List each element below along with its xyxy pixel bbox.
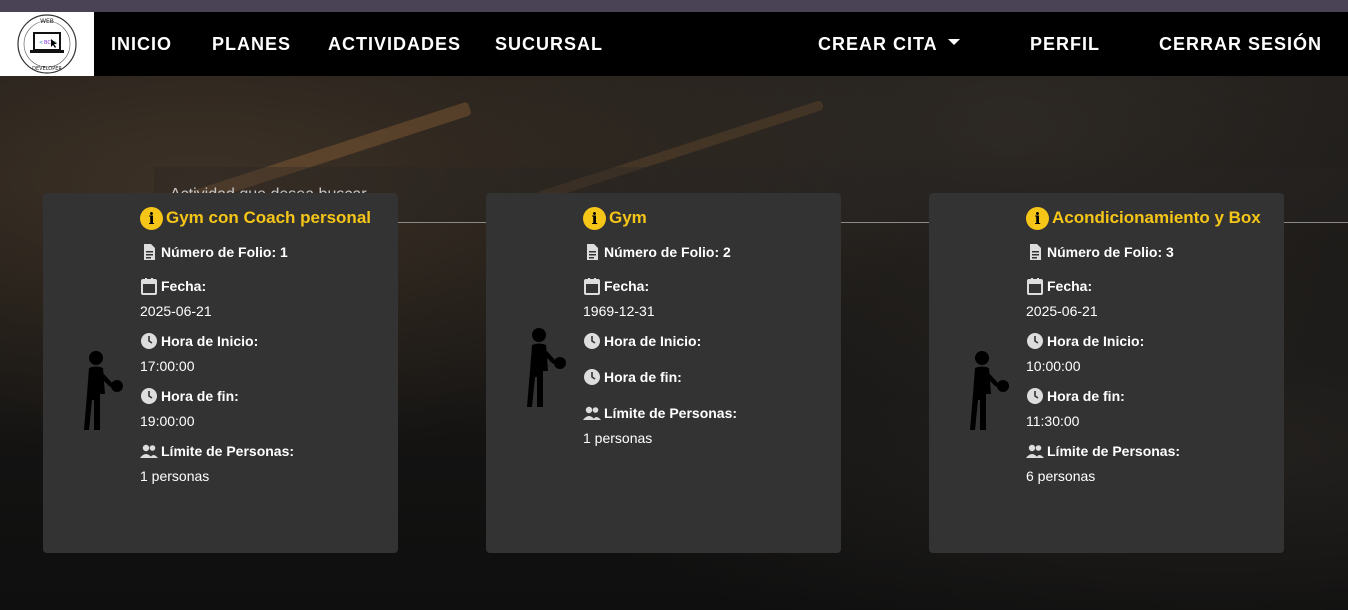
document-icon xyxy=(587,244,598,260)
fecha-row: Fecha: xyxy=(140,275,390,297)
clock-icon xyxy=(584,369,600,385)
folio-value: 3 xyxy=(1166,244,1174,260)
clock-icon xyxy=(1027,388,1043,404)
hora-fin-label: Hora de fin: xyxy=(1047,388,1125,404)
document-icon xyxy=(144,244,155,260)
folio-row: Número de Folio: 1 xyxy=(140,241,390,263)
document-icon xyxy=(1030,244,1041,260)
fecha-value: 2025-06-21 xyxy=(1026,303,1098,319)
calendar-icon xyxy=(141,278,157,295)
svg-text:BC: BC xyxy=(44,40,51,46)
limite-value: 1 personas xyxy=(583,430,653,446)
limite-row: Límite de Personas: xyxy=(140,440,390,462)
limite-label: Límite de Personas: xyxy=(1047,443,1181,459)
folio-label: Número de Folio: xyxy=(604,244,720,260)
hora-inicio-row: Hora de Inicio: xyxy=(583,330,833,352)
main-navbar: WEB DEVELOPER < BC > INICIO PLANES ACTIV… xyxy=(0,12,1348,76)
hora-fin-label: Hora de fin: xyxy=(604,369,682,385)
fecha-row: Fecha: xyxy=(583,275,833,297)
hora-fin-row: Hora de fin: xyxy=(1026,385,1276,407)
person-ball-icon xyxy=(84,351,123,430)
hora-inicio-value: 17:00:00 xyxy=(140,358,195,374)
folio-value: 2 xyxy=(723,244,731,260)
card-content: i Acondicionamiento y Box Número de Foli… xyxy=(1026,205,1276,487)
svg-text:WEB: WEB xyxy=(40,18,54,25)
activity-card[interactable]: i Acondicionamiento y Box Número de Foli… xyxy=(929,193,1284,553)
hora-inicio-label: Hora de Inicio: xyxy=(604,333,702,349)
card-title: Acondicionamiento y Box xyxy=(1052,208,1261,227)
card-title: Gym xyxy=(609,208,647,227)
clock-icon xyxy=(584,333,600,349)
nav-actividades[interactable]: ACTIVIDADES xyxy=(328,34,461,55)
fecha-value: 2025-06-21 xyxy=(140,303,212,319)
info-icon: i xyxy=(140,206,163,230)
people-icon xyxy=(583,406,601,420)
folio-value: 1 xyxy=(280,244,288,260)
nav-perfil[interactable]: PERFIL xyxy=(1030,34,1100,55)
caret-down-icon xyxy=(947,39,960,46)
calendar-icon xyxy=(584,278,600,295)
card-title: Gym con Coach personal xyxy=(166,208,371,227)
fecha-value: 1969-12-31 xyxy=(583,303,655,319)
hora-inicio-value: 10:00:00 xyxy=(1026,358,1081,374)
svg-text:DEVELOPER: DEVELOPER xyxy=(32,66,62,72)
person-ball-icon xyxy=(970,351,1009,430)
hora-inicio-row: Hora de Inicio: xyxy=(1026,330,1276,352)
hora-fin-value: 11:30:00 xyxy=(1026,413,1080,429)
hora-fin-row: Hora de fin: xyxy=(583,366,833,388)
calendar-icon xyxy=(1027,278,1043,295)
svg-text:<: < xyxy=(39,40,43,46)
activity-card[interactable]: i Gym Número de Folio: 2 Fecha: 1969-12-… xyxy=(486,193,841,553)
nav-sucursal[interactable]: SUCURSAL xyxy=(495,34,603,55)
folio-row: Número de Folio: 3 xyxy=(1026,241,1276,263)
web-developer-logo-icon: WEB DEVELOPER < BC > xyxy=(17,14,77,74)
person-ball-icon xyxy=(527,328,566,407)
limite-label: Límite de Personas: xyxy=(604,405,738,421)
fecha-label: Fecha: xyxy=(161,278,207,294)
hora-inicio-row: Hora de Inicio: xyxy=(140,330,390,352)
window-top-strip xyxy=(0,0,1348,12)
limite-label: Límite de Personas: xyxy=(161,443,295,459)
hora-fin-value: 19:00:00 xyxy=(140,413,195,429)
clock-icon xyxy=(1027,333,1043,349)
limite-row: Límite de Personas: xyxy=(583,402,833,424)
card-content: i Gym con Coach personal Número de Folio… xyxy=(140,205,390,487)
fecha-label: Fecha: xyxy=(1047,278,1093,294)
activity-card[interactable]: i Gym con Coach personal Número de Folio… xyxy=(43,193,398,553)
hora-inicio-label: Hora de Inicio: xyxy=(1047,333,1145,349)
crear-cita-label: CREAR CITA xyxy=(818,34,938,54)
clock-icon xyxy=(141,388,157,404)
folio-label: Número de Folio: xyxy=(1047,244,1163,260)
fecha-row: Fecha: xyxy=(1026,275,1276,297)
folio-label: Número de Folio: xyxy=(161,244,277,260)
fecha-label: Fecha: xyxy=(604,278,650,294)
nav-cerrar-sesion[interactable]: CERRAR SESIÓN xyxy=(1159,34,1322,55)
brand-logo[interactable]: WEB DEVELOPER < BC > xyxy=(0,12,94,76)
card-content: i Gym Número de Folio: 2 Fecha: 1969-12-… xyxy=(583,205,833,449)
info-icon: i xyxy=(1026,206,1049,230)
clock-icon xyxy=(141,333,157,349)
people-icon xyxy=(1026,444,1044,458)
limite-value: 6 personas xyxy=(1026,468,1096,484)
hora-fin-row: Hora de fin: xyxy=(140,385,390,407)
nav-inicio[interactable]: INICIO xyxy=(111,34,172,55)
info-icon: i xyxy=(583,206,606,230)
hora-fin-label: Hora de fin: xyxy=(161,388,239,404)
people-icon xyxy=(140,444,158,458)
nav-crear-cita-dropdown[interactable]: CREAR CITA xyxy=(818,34,960,55)
hora-inicio-label: Hora de Inicio: xyxy=(161,333,259,349)
folio-row: Número de Folio: 2 xyxy=(583,241,833,263)
limite-value: 1 personas xyxy=(140,468,210,484)
nav-planes[interactable]: PLANES xyxy=(212,34,291,55)
limite-row: Límite de Personas: xyxy=(1026,440,1276,462)
